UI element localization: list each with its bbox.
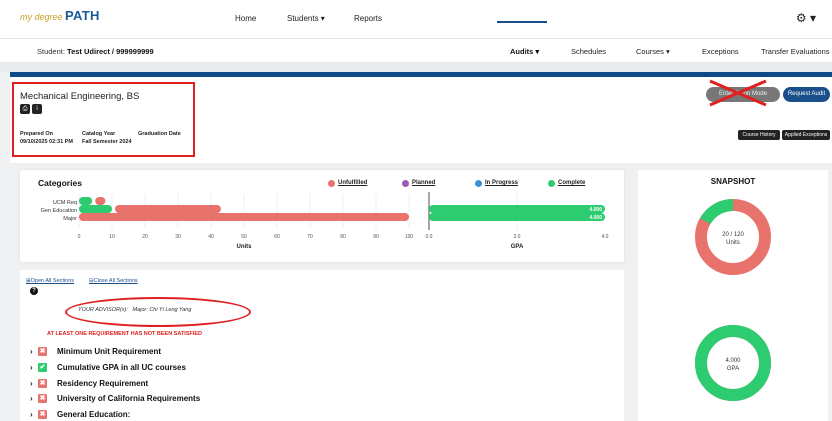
x-tick-label: 80 xyxy=(340,234,346,240)
chevron-right-icon[interactable]: › xyxy=(30,379,33,388)
x-tick-label: 50 xyxy=(241,234,247,240)
student-info: Student: Test Udirect / 999999999 xyxy=(37,47,154,56)
gpa-tick-label: 0.0 xyxy=(426,234,433,240)
applied-exceptions-button[interactable]: Applied Exceptions xyxy=(782,130,830,140)
tab-exceptions[interactable]: Exceptions xyxy=(702,47,739,56)
check-icon: ✔ xyxy=(38,363,47,372)
x-icon: ✖ xyxy=(38,379,47,388)
x-tick-label: 90 xyxy=(373,234,379,240)
legend-in-progress-dot xyxy=(475,180,482,187)
category-label: UCM Req xyxy=(53,200,77,206)
open-all-sections-label: Open All Sections xyxy=(30,278,75,284)
legend-unfulfilled-dot xyxy=(328,180,335,187)
gpa-tick-label: 4.0 xyxy=(602,234,609,240)
gpa-label: GPA xyxy=(726,366,740,372)
gpa-value-label: 4.000 xyxy=(589,207,602,213)
gpa-tick-label: 2.0 xyxy=(514,234,521,240)
gear-icon[interactable]: ⚙ ▾ xyxy=(796,11,816,25)
logo[interactable]: my degree PATH xyxy=(20,8,100,23)
units-value: 20 / 120 xyxy=(722,232,744,238)
sub-nav: Student: Test Udirect / 999999999 Audits… xyxy=(0,38,832,62)
request-audit-button[interactable]: Request Audit xyxy=(783,87,830,102)
legend-unfulfilled[interactable]: Unfulfilled xyxy=(338,180,367,186)
bar-complete xyxy=(79,197,93,205)
category-label: Major xyxy=(63,216,77,222)
x-icon: ✖ xyxy=(38,347,47,356)
student-label: Student: xyxy=(37,47,65,56)
chevron-right-icon[interactable]: › xyxy=(30,363,33,372)
legend-planned-dot xyxy=(402,180,409,187)
student-value: Test Udirect / 999999999 xyxy=(67,47,154,56)
spacer xyxy=(0,62,832,72)
x-tick-label: 0 xyxy=(78,234,81,240)
requirement-label: Minimum Unit Requirement xyxy=(57,347,162,356)
tab-courses[interactable]: Courses ▾ xyxy=(636,47,670,56)
chevron-right-icon[interactable]: › xyxy=(30,410,33,419)
x-tick-label: 20 xyxy=(142,234,148,240)
requirement-label: Residency Requirement xyxy=(57,379,149,388)
help-icon[interactable]: ? xyxy=(30,287,38,295)
bar-complete xyxy=(79,205,112,213)
gpa-bar xyxy=(429,205,605,213)
gpa-axis-label: GPA xyxy=(511,244,524,250)
legend-planned[interactable]: Planned xyxy=(412,180,435,186)
categories-title: Categories xyxy=(38,178,82,188)
x-tick-label: 10 xyxy=(109,234,115,240)
course-history-button[interactable]: Course History xyxy=(738,130,780,140)
nav-home[interactable]: Home xyxy=(235,14,256,23)
x-tick-label: 40 xyxy=(208,234,214,240)
top-nav: my degree PATH Home Students ▾ Reports ⚙… xyxy=(0,0,832,38)
tab-schedules[interactable]: Schedules xyxy=(571,47,606,56)
categories-chart: UCM Req Gen Education Major 0 10 20 30 40 50 60 70… xyxy=(41,192,609,250)
gpa-value-label: 4.000 xyxy=(589,215,602,221)
x-tick-label: 30 xyxy=(175,234,181,240)
close-all-sections-link[interactable]: ⊟Close All Sections xyxy=(89,278,138,284)
chevron-right-icon[interactable]: › xyxy=(30,347,33,356)
gpa-bar xyxy=(429,213,605,221)
advisor-highlight xyxy=(65,297,251,327)
tab-transfer-evaluations[interactable]: Transfer Evaluations xyxy=(761,47,830,56)
x-icon: ✖ xyxy=(38,410,47,419)
nav-students[interactable]: Students ▾ xyxy=(287,14,325,23)
legend-complete[interactable]: Complete xyxy=(558,180,585,186)
logo-prefix: my degree xyxy=(20,12,63,22)
bar-unfulfilled xyxy=(95,197,106,205)
gpa-value: 4.000 xyxy=(725,358,741,364)
category-label: Gen Education xyxy=(41,208,77,214)
logo-name: PATH xyxy=(65,8,100,23)
tab-audits[interactable]: Audits ▾ xyxy=(510,47,539,56)
units-label: Units xyxy=(726,240,740,246)
active-tab-indicator xyxy=(497,21,547,23)
requirement-label: Cumulative GPA in all UC courses xyxy=(57,363,186,372)
open-all-sections-link[interactable]: ⊞Open All Sections xyxy=(26,278,74,284)
bar-unfulfilled xyxy=(115,205,221,213)
x-tick-label: 70 xyxy=(307,234,313,240)
highlight-box xyxy=(12,82,195,157)
legend-in-progress[interactable]: In Progress xyxy=(485,180,518,186)
requirement-label: University of California Requirements xyxy=(57,394,201,403)
chevron-right-icon[interactable]: › xyxy=(30,394,33,403)
snapshot-title: SNAPSHOT xyxy=(710,177,756,186)
cross-out-mark xyxy=(709,79,767,107)
x-axis-label: Units xyxy=(237,244,253,250)
requirement-warning: AT LEAST ONE REQUIREMENT HAS NOT BEEN SA… xyxy=(47,331,203,337)
x-tick-label: 60 xyxy=(274,234,280,240)
legend-complete-dot xyxy=(548,180,555,187)
requirement-label: General Education: xyxy=(57,410,131,419)
close-all-sections-label: Close All Sections xyxy=(93,278,138,284)
x-icon: ✖ xyxy=(38,394,47,403)
bar-unfulfilled xyxy=(79,213,409,221)
x-tick-label: 100 xyxy=(405,234,414,240)
nav-reports[interactable]: Reports xyxy=(354,14,382,23)
